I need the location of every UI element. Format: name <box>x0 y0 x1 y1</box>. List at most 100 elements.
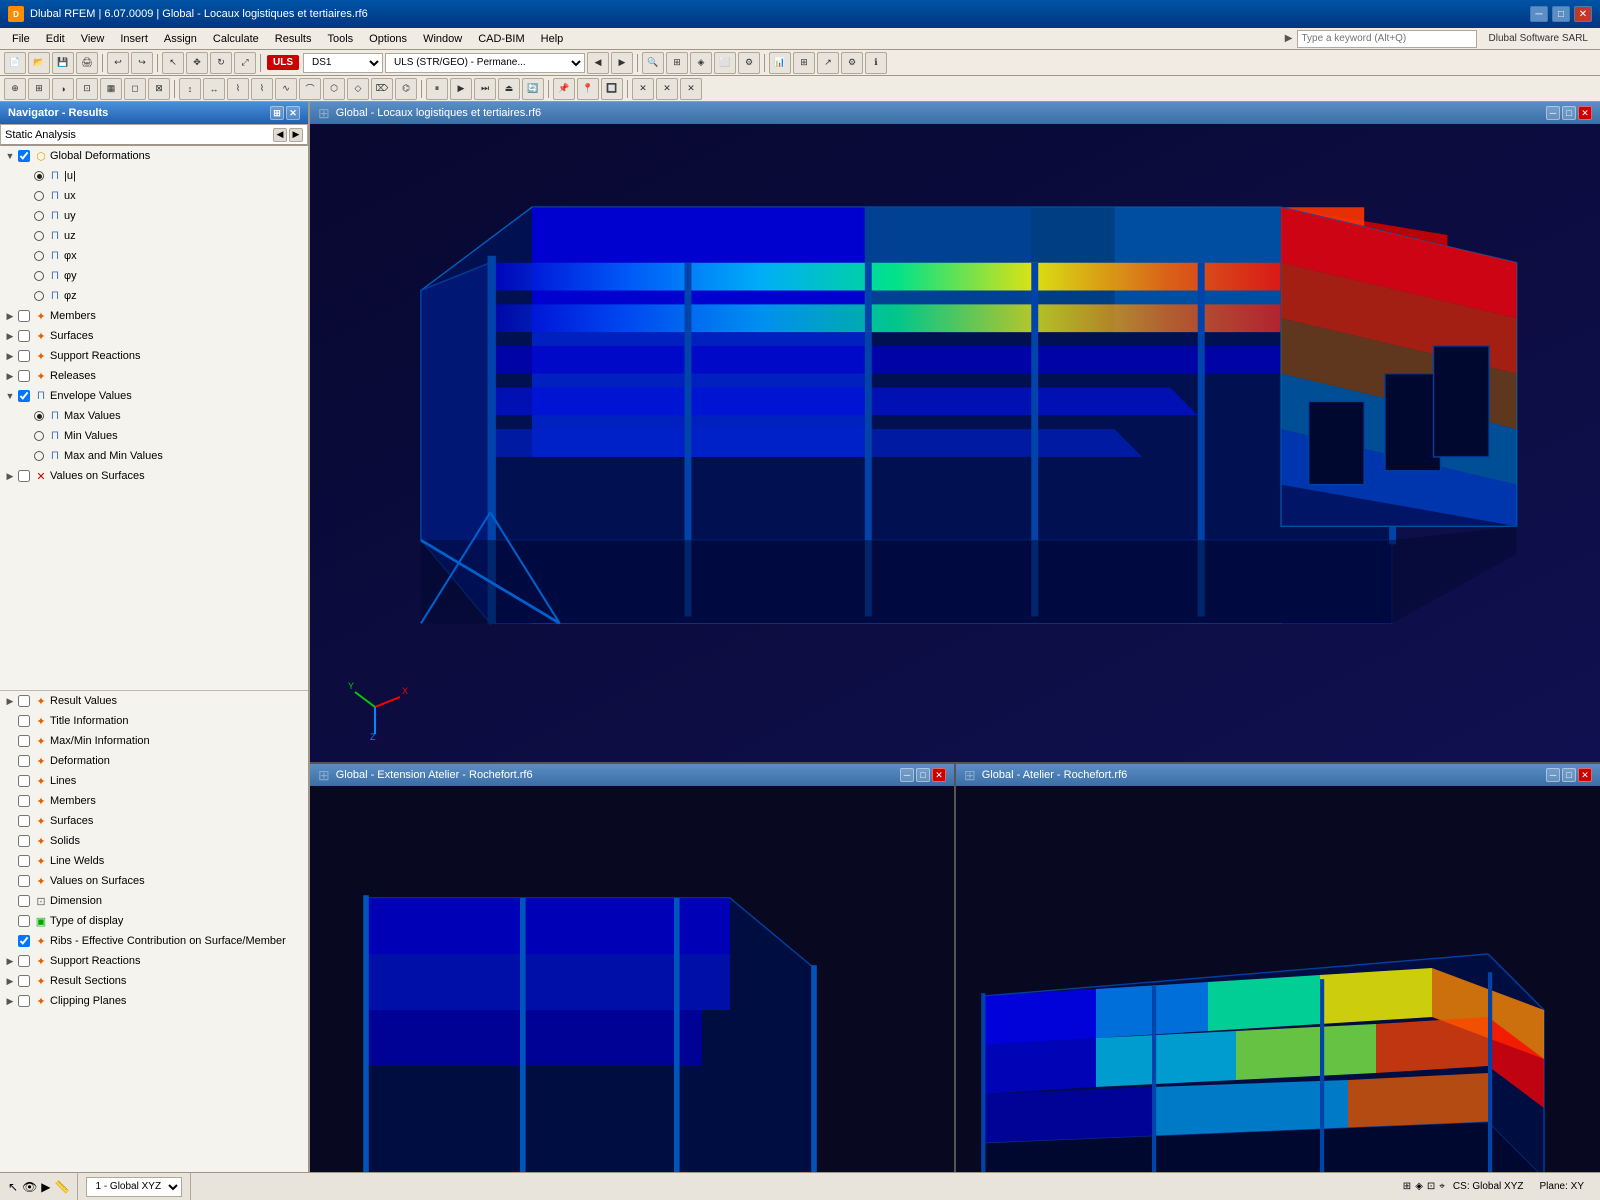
tree-item-phix[interactable]: Π φx <box>0 246 308 266</box>
menu-window[interactable]: Window <box>415 31 470 47</box>
tree-item-lines[interactable]: ▶ ✦ Lines <box>0 771 308 791</box>
cb-result-sections[interactable] <box>18 975 30 987</box>
radio-phix[interactable] <box>34 251 44 261</box>
tree-item-ux[interactable]: Π ux <box>0 186 308 206</box>
tree-item-members2[interactable]: ▶ ✦ Members <box>0 791 308 811</box>
tree-item-line-welds[interactable]: ▶ ✦ Line Welds <box>0 851 308 871</box>
radio-uy[interactable] <box>34 211 44 221</box>
t2-btn14[interactable]: ⬡ <box>323 78 345 100</box>
t2-btn11[interactable]: ⌇ <box>251 78 273 100</box>
t2-btn17[interactable]: ⌬ <box>395 78 417 100</box>
tree-item-members[interactable]: ▶ ✦ Members <box>0 306 308 326</box>
cb-surfaces2[interactable] <box>18 815 30 827</box>
tree-item-uy[interactable]: Π uy <box>0 206 308 226</box>
cb-values-surfaces2[interactable] <box>18 875 30 887</box>
tree-item-deformation[interactable]: ▶ ✦ Deformation <box>0 751 308 771</box>
menu-assign[interactable]: Assign <box>156 31 205 47</box>
cb-clipping-planes[interactable] <box>18 995 30 1007</box>
cb-support-reactions2[interactable] <box>18 955 30 967</box>
results-btn[interactable]: 📊 <box>769 52 791 74</box>
open-btn[interactable]: 📂 <box>28 52 50 74</box>
status-viewport-combo[interactable]: 1 - Global XYZ <box>86 1177 182 1197</box>
new-btn[interactable]: 📄 <box>4 52 26 74</box>
search-input[interactable] <box>1297 30 1477 48</box>
move-btn[interactable]: ✥ <box>186 52 208 74</box>
toggle-clipping-planes[interactable]: ▶ <box>4 995 16 1007</box>
menu-insert[interactable]: Insert <box>112 31 156 47</box>
vp-bl-close[interactable]: ✕ <box>932 768 946 782</box>
t2-btn4[interactable]: ⊡ <box>76 78 98 100</box>
cb-deformation[interactable] <box>18 755 30 767</box>
redo-btn[interactable]: ↪ <box>131 52 153 74</box>
toggle-releases[interactable]: ▶ <box>4 370 16 382</box>
tree-item-phiy[interactable]: Π φy <box>0 266 308 286</box>
t2-btn26[interactable]: ✕ <box>632 78 654 100</box>
t2-btn27[interactable]: ✕ <box>656 78 678 100</box>
toggle-support-reactions[interactable]: ▶ <box>4 350 16 362</box>
tree-item-max-min-values[interactable]: Π Max and Min Values <box>0 446 308 466</box>
cb-type-of-display[interactable] <box>18 915 30 927</box>
t2-btn19[interactable]: ▶ <box>450 78 472 100</box>
t2-btn25[interactable]: 🔲 <box>601 78 623 100</box>
undo-btn[interactable]: ↩ <box>107 52 129 74</box>
toggle-result-values[interactable]: ▶ <box>4 695 16 707</box>
t2-btn10[interactable]: ⌇ <box>227 78 249 100</box>
rotate-btn[interactable]: ↻ <box>210 52 232 74</box>
tree-item-values-on-surfaces[interactable]: ▶ ✕ Values on Surfaces <box>0 466 308 486</box>
export-btn[interactable]: ↗ <box>817 52 839 74</box>
vp-top-close[interactable]: ✕ <box>1578 106 1592 120</box>
cb-line-welds[interactable] <box>18 855 30 867</box>
t2-btn2[interactable]: ⊞ <box>28 78 50 100</box>
tree-item-min-values[interactable]: Π Min Values <box>0 426 308 446</box>
toggle-values-on-surfaces[interactable]: ▶ <box>4 470 16 482</box>
tree-item-phiz[interactable]: Π φz <box>0 286 308 306</box>
cb-members2[interactable] <box>18 795 30 807</box>
ds-combo[interactable]: DS1 <box>303 53 383 73</box>
t2-btn16[interactable]: ⌦ <box>371 78 393 100</box>
t2-btn9[interactable]: ↔ <box>203 78 225 100</box>
settings2-btn[interactable]: ⚙ <box>841 52 863 74</box>
t2-btn24[interactable]: 📍 <box>577 78 599 100</box>
fit-btn[interactable]: ⊞ <box>666 52 688 74</box>
menu-edit[interactable]: Edit <box>38 31 73 47</box>
t2-btn18[interactable]: ⏸ <box>426 78 448 100</box>
vp-br-restore[interactable]: □ <box>1562 768 1576 782</box>
nav-next-btn[interactable]: ▶ <box>289 128 303 142</box>
tree-item-result-values[interactable]: ▶ ✦ Result Values <box>0 691 308 711</box>
tree-item-type-of-display[interactable]: ▶ ▣ Type of display <box>0 911 308 931</box>
status-icon3[interactable]: ⊡ <box>1427 1181 1435 1192</box>
view3d-btn[interactable]: ◈ <box>690 52 712 74</box>
cb-envelope-values[interactable] <box>18 390 30 402</box>
cb-support-reactions[interactable] <box>18 350 30 362</box>
status-pointer-icon[interactable]: ↖ <box>8 1180 18 1194</box>
cb-dimension[interactable] <box>18 895 30 907</box>
radio-ux[interactable] <box>34 191 44 201</box>
vp-br-minimize[interactable]: ─ <box>1546 768 1560 782</box>
tree-item-dimension[interactable]: ▶ ⊡ Dimension <box>0 891 308 911</box>
tree-item-uz[interactable]: Π uz <box>0 226 308 246</box>
vp-br-close[interactable]: ✕ <box>1578 768 1592 782</box>
vp-bl-restore[interactable]: □ <box>916 768 930 782</box>
toggle-surfaces[interactable]: ▶ <box>4 330 16 342</box>
toggle-support-reactions2[interactable]: ▶ <box>4 955 16 967</box>
nav-close-btn[interactable]: ✕ <box>286 106 300 120</box>
menu-calculate[interactable]: Calculate <box>205 31 267 47</box>
radio-phiy[interactable] <box>34 271 44 281</box>
tree-item-result-sections[interactable]: ▶ ✦ Result Sections <box>0 971 308 991</box>
tree-item-max-values[interactable]: Π Max Values <box>0 406 308 426</box>
cb-ribs[interactable] <box>18 935 30 947</box>
cb-members[interactable] <box>18 310 30 322</box>
cb-result-values[interactable] <box>18 695 30 707</box>
menu-results[interactable]: Results <box>267 31 320 47</box>
menu-file[interactable]: File <box>4 31 38 47</box>
t2-btn1[interactable]: ⊕ <box>4 78 26 100</box>
cb-releases[interactable] <box>18 370 30 382</box>
cb-solids[interactable] <box>18 835 30 847</box>
nav-float-btn[interactable]: ⊞ <box>270 106 284 120</box>
minimize-button[interactable]: ─ <box>1530 6 1548 22</box>
status-icon1[interactable]: ⊞ <box>1403 1181 1411 1192</box>
menu-help[interactable]: Help <box>533 31 572 47</box>
menu-cad-bim[interactable]: CAD-BIM <box>470 31 532 47</box>
vp-top-restore[interactable]: □ <box>1562 106 1576 120</box>
close-button[interactable]: ✕ <box>1574 6 1592 22</box>
